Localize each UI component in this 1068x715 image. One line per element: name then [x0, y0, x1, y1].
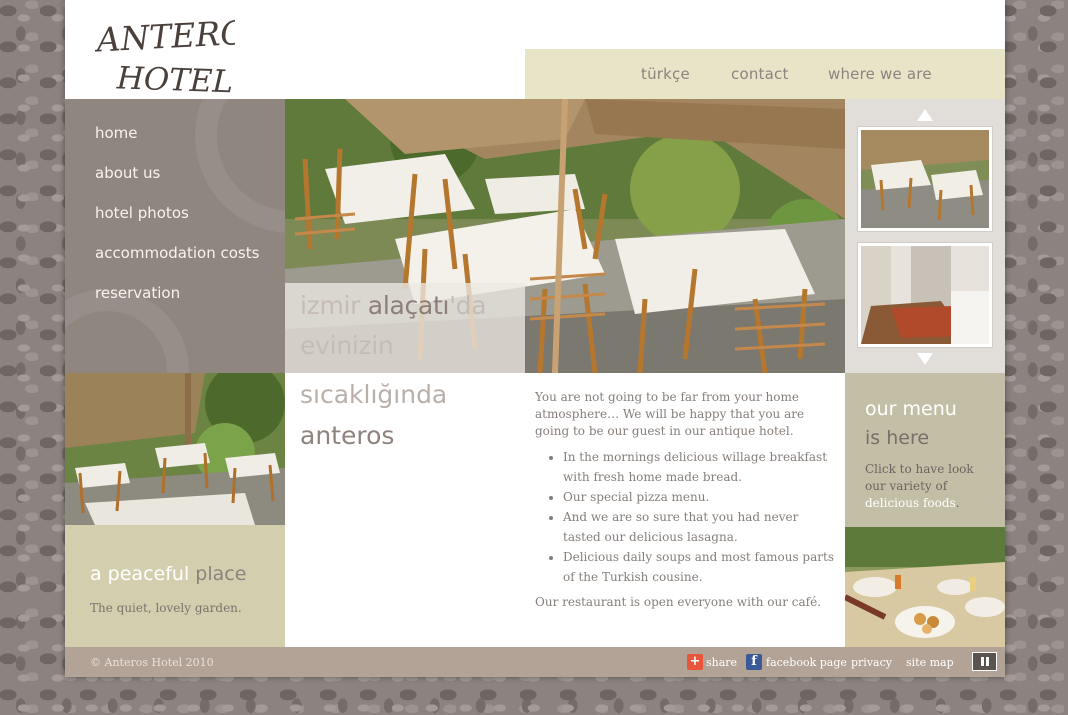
menu-title: our menu is here	[865, 395, 957, 453]
footer: © Anteros Hotel 2010 + share f facebook …	[65, 647, 1005, 677]
menu-text: Click to have look our variety of delici…	[865, 461, 995, 512]
thumbnail-gallery	[845, 99, 1005, 373]
tagline-town: alaçatı	[367, 291, 450, 320]
list-item: And we are so sure that you had never ta…	[563, 507, 837, 547]
menu-promo-box[interactable]: our menu is here Click to have look our v…	[845, 373, 1005, 527]
decor-circle	[195, 99, 285, 233]
menu-text-body: Click to have look our variety of	[865, 462, 974, 493]
nav-turkce[interactable]: türkçe	[641, 65, 690, 83]
nav-where-we-are[interactable]: where we are	[828, 65, 932, 83]
copyright-text: © Anteros Hotel 2010	[90, 656, 214, 669]
tagline-suffix: 'da	[449, 291, 487, 320]
menu-link[interactable]: delicious foods	[865, 496, 956, 510]
tagline-city: izmir	[300, 291, 368, 320]
main-content: You are not going to be far from your ho…	[535, 389, 837, 611]
menu-title-line2: is here	[865, 427, 930, 449]
thumbnail-terrace[interactable]	[857, 126, 993, 232]
sidebar-item-reservation[interactable]: reservation	[95, 284, 180, 302]
arrow-down-icon[interactable]	[917, 353, 933, 365]
peaceful-title-light: a peaceful	[90, 563, 196, 585]
content-outro: Our restaurant is open everyone with our…	[535, 595, 822, 609]
tagline-line2: evinizin	[300, 331, 394, 360]
garden-image	[65, 373, 285, 525]
logo-line2: HOTEL	[115, 60, 234, 98]
tagline-line3: sıcaklığında	[300, 380, 448, 409]
sidebar-item-hotel-photos[interactable]: hotel photos	[95, 204, 189, 222]
peaceful-place-box: a peaceful place The quiet, lovely garde…	[65, 525, 285, 647]
page-container: ANTEROS HOTEL türkçe contact where we ar…	[65, 0, 1005, 677]
pause-icon[interactable]	[972, 652, 997, 671]
list-item: Delicious daily soups and most famous pa…	[563, 547, 837, 587]
sitemap-link[interactable]: site map	[906, 656, 954, 669]
breakfast-image	[845, 527, 1005, 647]
peaceful-title-dark: place	[195, 563, 247, 585]
sidebar-item-accommodation-costs[interactable]: accommodation costs	[95, 244, 259, 262]
sidebar-item-about-us[interactable]: about us	[95, 164, 160, 182]
content-intro: You are not going to be far from your ho…	[535, 390, 805, 438]
sidebar-item-home[interactable]: home	[95, 124, 138, 142]
tagline-line1: izmir alaçatı'da	[300, 291, 487, 320]
side-navigation: home about us hotel photos accommodation…	[65, 99, 285, 373]
privacy-link[interactable]: privacy	[851, 656, 892, 669]
content-list: In the mornings delicious willage breakf…	[535, 447, 837, 587]
list-item: Our special pizza menu.	[563, 487, 837, 507]
hotel-logo[interactable]: ANTEROS HOTEL	[95, 14, 235, 98]
tagline-line4: anteros	[300, 421, 395, 450]
facebook-icon[interactable]: f	[746, 654, 762, 670]
menu-title-line1: our menu	[865, 398, 957, 420]
logo-line1: ANTEROS	[95, 14, 235, 60]
list-item: In the mornings delicious willage breakf…	[563, 447, 837, 487]
tagline-box: izmir alaçatı'da evinizin	[285, 283, 525, 373]
arrow-up-icon[interactable]	[917, 109, 933, 121]
peaceful-title: a peaceful place	[90, 563, 246, 585]
facebook-link[interactable]: facebook page	[766, 656, 847, 669]
peaceful-text: The quiet, lovely garden.	[90, 601, 242, 615]
thumbnail-room[interactable]	[857, 242, 993, 348]
menu-text-end: .	[955, 496, 960, 510]
top-navigation: türkçe contact where we are	[525, 49, 1005, 99]
nav-contact[interactable]: contact	[731, 65, 789, 83]
share-link[interactable]: share	[706, 656, 737, 669]
plus-icon[interactable]: +	[687, 654, 703, 670]
